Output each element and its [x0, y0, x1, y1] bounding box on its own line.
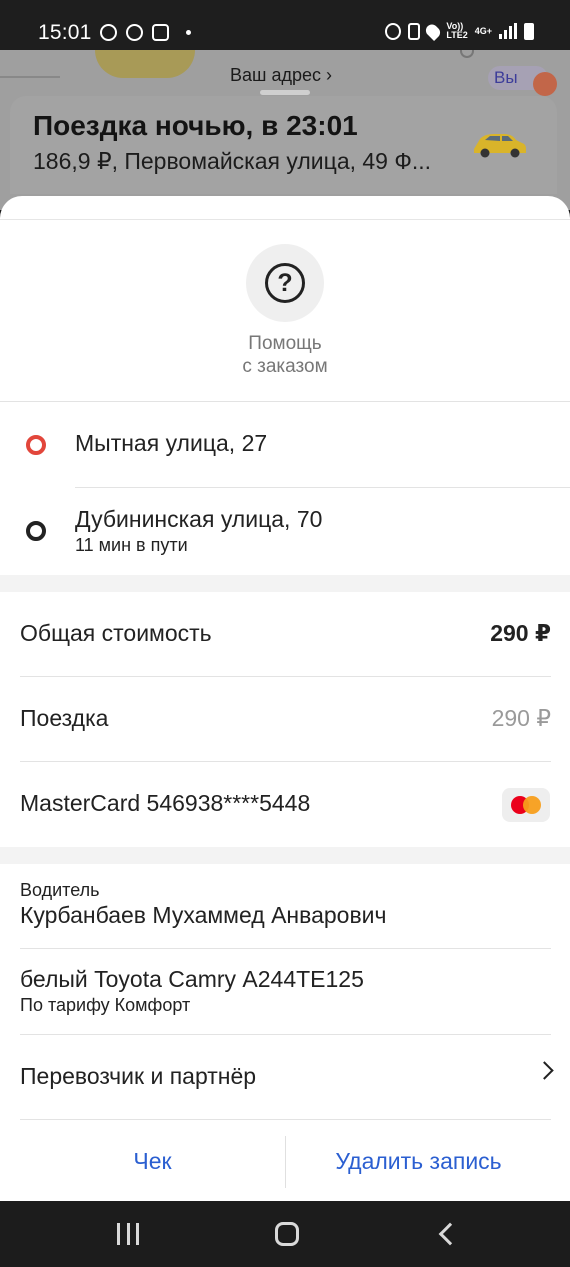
status-bar: 15:01 Vo)) LTE2 4G+ [0, 0, 570, 50]
status-right-icons: Vo)) LTE2 4G+ [385, 21, 534, 41]
alarm-icon [385, 22, 402, 40]
help-label: Помощь с заказом [0, 332, 570, 378]
recents-icon[interactable] [117, 1223, 139, 1245]
ride-label: Поездка [20, 705, 109, 731]
driver-name: Курбанбаев Мухаммед Анварович [20, 902, 387, 928]
lte-label: LTE2 [446, 30, 468, 40]
route-from: Мытная улица, 27 [75, 430, 268, 456]
help-button[interactable]: ? Помощь с заказом [0, 244, 570, 378]
route-to: Дубининская улица, 70 [75, 506, 323, 532]
help-circle: ? [246, 244, 324, 322]
order-details-sheet: ? Помощь с заказом Мытная улица, 27 Дуби… [0, 196, 570, 1201]
battery-icon [524, 22, 534, 40]
chevron-right-icon[interactable] [535, 1061, 554, 1080]
delete-record-button[interactable]: Удалить запись [286, 1136, 551, 1186]
section-gap [0, 847, 570, 864]
route-duration: 11 мин в пути [75, 535, 188, 555]
status-time: 15:01 [38, 21, 92, 44]
home-icon[interactable] [275, 1222, 299, 1246]
divider [0, 401, 570, 402]
driver-caption: Водитель [20, 880, 100, 900]
location-icon [423, 21, 443, 41]
signal-icon [499, 23, 517, 39]
section-gap [0, 575, 570, 592]
car-info: белый Toyota Camry А244ТЕ125 [20, 966, 364, 992]
notification-icon [100, 24, 117, 41]
card-handle [260, 90, 310, 95]
more-notifications-icon [186, 30, 191, 35]
help-label-line2: с заказом [242, 356, 328, 377]
start-point-icon [26, 435, 46, 455]
divider [75, 487, 570, 488]
address-link[interactable]: Ваш адрес › [230, 65, 332, 86]
battery-saver-icon [408, 22, 421, 40]
divider [20, 1034, 551, 1035]
divider [0, 219, 570, 220]
taxi-car-icon [474, 134, 526, 158]
tariff-info: По тарифу Комфорт [20, 995, 191, 1015]
order-title: Поездка ночью, в 23:01 [33, 110, 358, 141]
map-pin-icon [460, 50, 474, 58]
divider [20, 676, 551, 677]
help-label-line1: Помощь [248, 333, 322, 354]
map-road [0, 76, 60, 78]
total-cost-label: Общая стоимость [20, 620, 212, 646]
navigation-bar [0, 1201, 570, 1267]
divider [20, 948, 551, 949]
order-card[interactable]: Поездка ночью, в 23:01 186,9 ₽, Первомай… [10, 90, 557, 194]
divider [20, 761, 551, 762]
receipt-button[interactable]: Чек [20, 1136, 285, 1186]
question-icon: ? [265, 263, 305, 303]
map-taxi-marker [95, 50, 195, 78]
total-cost-value: 290 ₽ [490, 620, 551, 646]
order-subtitle: 186,9 ₽, Первомайская улица, 49 Ф... [33, 148, 432, 174]
status-left-icons [100, 24, 191, 41]
end-point-icon [26, 521, 46, 541]
network-type-label: 4G+ [474, 25, 492, 36]
network-label: Vo)) LTE2 [446, 22, 467, 40]
payment-method: MasterCard 546938****5448 [20, 790, 311, 816]
carrier-partner-link[interactable]: Перевозчик и партнёр [20, 1063, 256, 1090]
divider [20, 1119, 551, 1120]
ride-value: 290 ₽ [491, 705, 551, 731]
mastercard-icon [502, 788, 550, 822]
back-icon[interactable] [438, 1222, 462, 1246]
notification-badge [533, 72, 557, 96]
whatsapp-icon [126, 24, 143, 41]
instagram-icon [152, 24, 169, 41]
